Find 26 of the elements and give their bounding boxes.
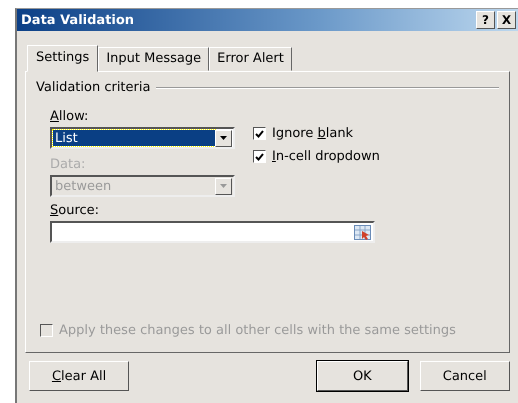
source-label: Source: — [50, 203, 100, 218]
group-title: Validation criteria — [36, 80, 150, 95]
dialog-button[interactable]: Clear All — [29, 361, 130, 391]
checkbox[interactable] — [253, 127, 266, 140]
check-mark-icon — [255, 152, 264, 160]
caret-icon — [220, 136, 227, 140]
title-bar-button[interactable]: ? — [476, 11, 495, 29]
checkbox-label: In-cell dropdown — [272, 149, 380, 164]
tab[interactable]: Error Alert — [209, 47, 292, 71]
dialog-button[interactable]: Cancel — [420, 361, 510, 391]
source-field[interactable] — [50, 221, 375, 243]
range-select-icon[interactable] — [354, 224, 371, 240]
check-mark-icon — [255, 130, 264, 138]
dialog-button[interactable]: OK — [317, 361, 408, 391]
tab[interactable]: Settings — [27, 45, 98, 72]
checkbox[interactable] — [253, 150, 266, 163]
window-title: Data Validation — [21, 12, 134, 28]
allow-label: Allow: — [50, 109, 90, 124]
tab[interactable]: Input Message — [98, 47, 210, 71]
data-label: Data: — [50, 157, 86, 172]
allow-dropdown[interactable]: List — [50, 127, 235, 149]
title-bar-button[interactable]: X — [497, 11, 516, 29]
checkbox-label: Apply these changes to all other cells with the same settings — [59, 323, 456, 338]
caret-icon — [220, 184, 227, 188]
checkbox-label: Ignore blank — [272, 126, 354, 141]
dropdown-button[interactable] — [215, 130, 232, 146]
